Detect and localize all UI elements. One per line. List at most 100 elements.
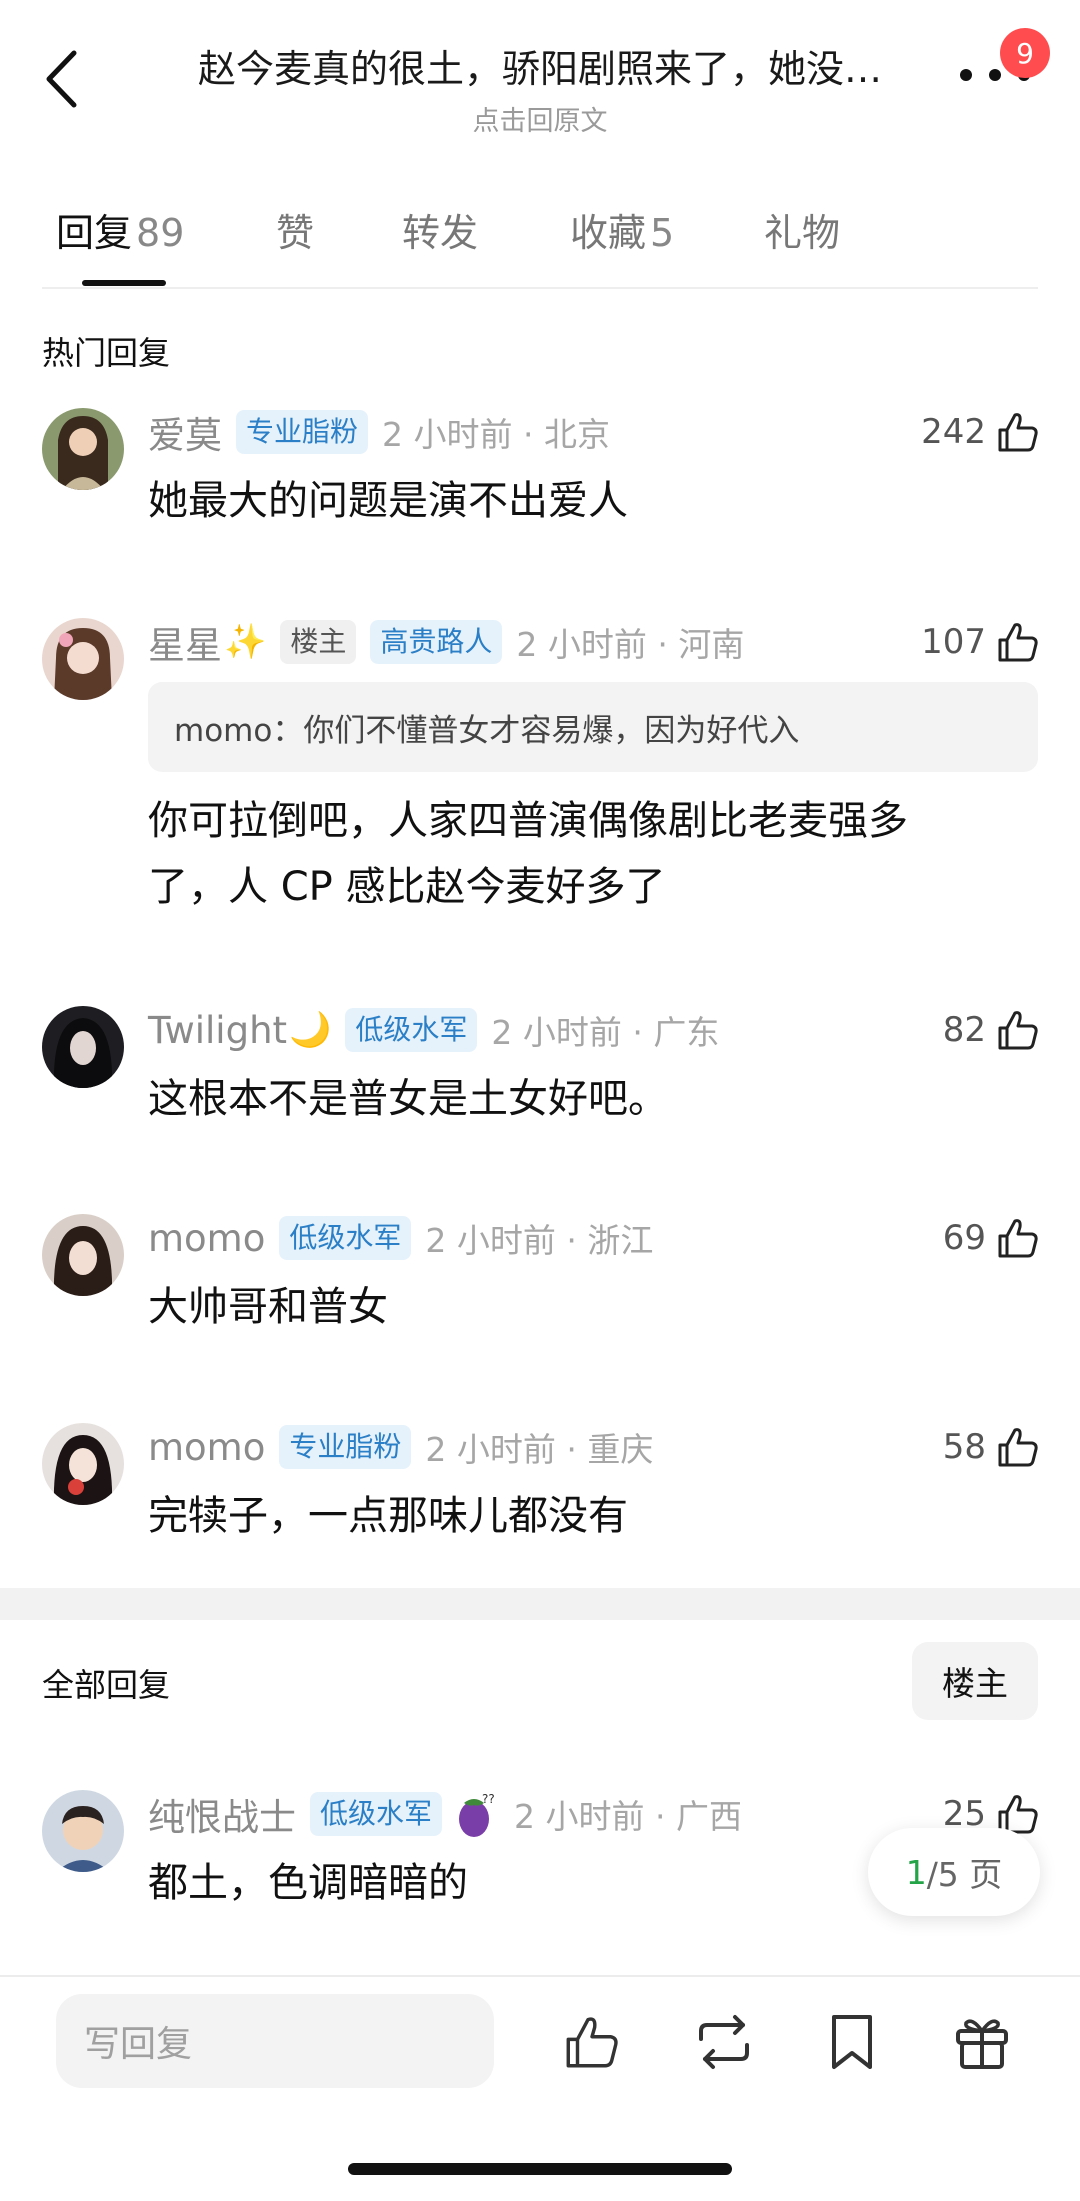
username[interactable]: 星星 bbox=[148, 615, 222, 669]
sparkles-icon: ✨ bbox=[224, 622, 267, 662]
avatar[interactable] bbox=[42, 1006, 124, 1088]
tab-label: 回复 bbox=[56, 211, 133, 255]
section-separator bbox=[0, 1588, 1080, 1620]
username[interactable]: momo bbox=[148, 1217, 265, 1260]
comments-page: 赵今麦真的很土，骄阳剧照来了，她没… 点击回原文 9 回复 89 赞 转发 收藏 5… bbox=[0, 0, 1080, 2201]
avatar[interactable] bbox=[42, 1214, 124, 1296]
more-dot bbox=[989, 69, 1001, 81]
tab-label: 转发 bbox=[402, 211, 479, 255]
title-block[interactable]: 赵今麦真的很土，骄阳剧照来了，她没… 点击回原文 bbox=[150, 38, 930, 138]
comment-text: 这根本不是普女是土女好吧。 bbox=[148, 1076, 668, 1122]
user-tag: 低级水军 bbox=[345, 1008, 478, 1052]
home-indicator bbox=[348, 2163, 732, 2175]
tab-label: 收藏 bbox=[570, 211, 647, 255]
like-button[interactable]: 82 bbox=[943, 1000, 1040, 1060]
comment-text-line: 了，人 CP 感比赵今麦好多了 bbox=[148, 864, 666, 910]
moon-icon: 🌙 bbox=[289, 1010, 332, 1050]
op-tag: 楼主 bbox=[280, 620, 357, 664]
thumbs-up-icon bbox=[998, 623, 1038, 662]
thumbs-up-icon bbox=[998, 413, 1038, 452]
username[interactable]: Twilight bbox=[148, 1009, 287, 1052]
user-tag: 专业脂粉 bbox=[279, 1425, 412, 1469]
tab-gifts[interactable]: 礼物 bbox=[764, 202, 840, 257]
reply-input[interactable]: 写回复 bbox=[56, 1994, 494, 2088]
user-tag: 高贵路人 bbox=[370, 620, 503, 664]
avatar[interactable] bbox=[42, 408, 124, 490]
comment-meta: 爱莫 专业脂粉 2 小时前 · 北京 bbox=[148, 402, 610, 462]
comment-time-location: 2 小时前 · 河南 bbox=[516, 625, 745, 664]
thumbs-up-icon bbox=[566, 2017, 618, 2068]
op-only-filter-button[interactable]: 楼主 bbox=[912, 1642, 1038, 1720]
tab-label: 礼物 bbox=[764, 211, 841, 255]
user-tag: 低级水军 bbox=[310, 1792, 443, 1836]
tab-reposts[interactable]: 转发 bbox=[402, 202, 478, 257]
comment-meta: 星星 ✨ 楼主 高贵路人 2 小时前 · 河南 bbox=[148, 612, 744, 672]
like-count: 69 bbox=[942, 1218, 986, 1258]
current-page: 1 bbox=[905, 1852, 927, 1892]
thumbs-up-icon bbox=[998, 1428, 1038, 1467]
comment-meta: Twilight 🌙 低级水军 2 小时前 · 广东 bbox=[148, 1000, 719, 1060]
thumbs-up-icon bbox=[998, 1011, 1038, 1050]
thumbs-up-icon bbox=[998, 1219, 1038, 1258]
more-dot bbox=[960, 69, 972, 81]
bookmark-icon bbox=[832, 2015, 872, 2069]
like-post-button[interactable] bbox=[556, 2006, 628, 2078]
comment-text: 她最大的问题是演不出爱人 bbox=[148, 478, 628, 524]
like-count: 58 bbox=[942, 1427, 986, 1467]
avatar[interactable] bbox=[42, 618, 124, 700]
like-count: 107 bbox=[921, 622, 986, 662]
back-button[interactable] bbox=[36, 44, 86, 114]
user-tag: 专业脂粉 bbox=[236, 410, 369, 454]
page-indicator[interactable]: 1/5 页 bbox=[868, 1828, 1040, 1916]
like-button[interactable]: 69 bbox=[943, 1208, 1040, 1268]
tab-likes[interactable]: 赞 bbox=[276, 202, 314, 257]
repost-button[interactable] bbox=[688, 2006, 760, 2078]
tab-bar: 回复 89 赞 转发 收藏 5 礼物 bbox=[0, 190, 1080, 290]
comment-text-line: 你可拉倒吧，人家四普演偶像剧比老麦强多 bbox=[148, 798, 908, 844]
comment-time-location: 2 小时前 · 重庆 bbox=[425, 1430, 654, 1469]
user-tag: 低级水军 bbox=[279, 1216, 412, 1260]
comment-time-location: 2 小时前 · 浙江 bbox=[425, 1221, 654, 1260]
comment-text: 大帅哥和普女 bbox=[148, 1284, 388, 1330]
all-replies-heading: 全部回复 bbox=[42, 1666, 171, 1704]
username[interactable]: 纯恨战士 bbox=[148, 1787, 296, 1841]
tab-count: 89 bbox=[136, 211, 185, 255]
avatar[interactable] bbox=[42, 1423, 124, 1505]
username[interactable]: momo bbox=[148, 1426, 265, 1469]
comment-meta: 纯恨战士 低级水军 ?? 2 小时前 · 广西 bbox=[148, 1784, 742, 1844]
tab-favorites[interactable]: 收藏 5 bbox=[570, 202, 674, 257]
comment-meta: momo 专业脂粉 2 小时前 · 重庆 bbox=[148, 1417, 653, 1477]
like-button[interactable]: 242 bbox=[921, 402, 1040, 462]
comment-time-location: 2 小时前 · 广西 bbox=[514, 1797, 742, 1836]
divider bbox=[0, 1975, 1080, 1977]
tab-label: 赞 bbox=[276, 211, 315, 255]
notification-badge: 9 bbox=[1000, 28, 1050, 78]
comment-time-location: 2 小时前 · 北京 bbox=[382, 415, 610, 454]
favorite-button[interactable] bbox=[816, 2006, 888, 2078]
comment-text: 完犊子，一点那味儿都没有 bbox=[148, 1493, 628, 1539]
post-title[interactable]: 赵今麦真的很土，骄阳剧照来了，她没… bbox=[150, 38, 930, 93]
top-nav-bar: 赵今麦真的很土，骄阳剧照来了，她没… 点击回原文 9 bbox=[0, 0, 1080, 150]
gift-icon bbox=[956, 2019, 1008, 2069]
chevron-left-icon bbox=[46, 50, 77, 108]
svg-text:??: ?? bbox=[482, 1792, 495, 1806]
comment-text: 你可拉倒吧，人家四普演偶像剧比老麦强多 了，人 CP 感比赵今麦好多了 bbox=[148, 788, 1008, 920]
like-count: 242 bbox=[921, 412, 986, 452]
gift-button[interactable] bbox=[946, 2006, 1018, 2078]
repost-icon bbox=[699, 2015, 749, 2069]
like-button[interactable]: 58 bbox=[943, 1417, 1040, 1477]
back-to-original-link[interactable]: 点击回原文 bbox=[150, 99, 930, 138]
tab-replies[interactable]: 回复 89 bbox=[56, 202, 184, 257]
like-button[interactable]: 107 bbox=[921, 612, 1040, 672]
divider bbox=[42, 287, 1038, 289]
quoted-reply[interactable]: momo：你们不懂普女才容易爆，因为好代入 bbox=[148, 682, 1038, 772]
username[interactable]: 爱莫 bbox=[148, 405, 222, 459]
active-tab-indicator bbox=[82, 280, 166, 286]
eggplant-badge-icon: ?? bbox=[459, 1792, 495, 1837]
comment-time-location: 2 小时前 · 广东 bbox=[491, 1013, 720, 1052]
tab-count: 5 bbox=[650, 211, 675, 255]
like-count: 82 bbox=[942, 1010, 986, 1050]
total-pages: /5 页 bbox=[926, 1855, 1003, 1894]
avatar[interactable] bbox=[42, 1790, 124, 1872]
comment-meta: momo 低级水军 2 小时前 · 浙江 bbox=[148, 1208, 653, 1268]
